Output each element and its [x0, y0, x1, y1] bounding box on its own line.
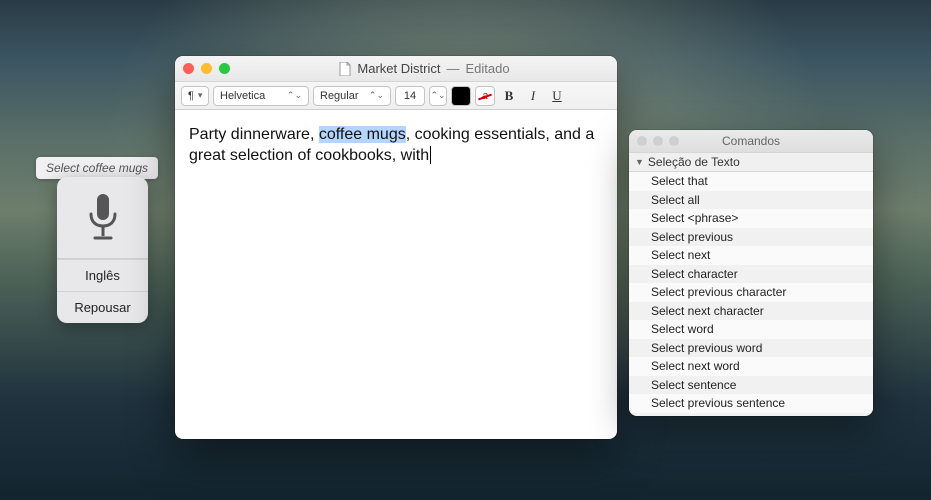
traffic-lights: [637, 136, 679, 146]
text-before-selection: Party dinnerware,: [189, 126, 319, 143]
bold-button[interactable]: B: [499, 86, 519, 106]
traffic-lights: [183, 63, 230, 74]
commands-section-label: Seleção de Texto: [648, 155, 740, 169]
minimize-button[interactable]: [201, 63, 212, 74]
command-item[interactable]: Select previous: [629, 228, 873, 247]
command-item[interactable]: Select next: [629, 246, 873, 265]
command-item[interactable]: Select sentence: [629, 376, 873, 395]
font-style-value: Regular: [320, 90, 359, 102]
close-button[interactable]: [637, 136, 647, 146]
paragraph-style-menu[interactable]: ¶▾: [181, 86, 209, 106]
font-family-select[interactable]: Helvetica ⌃⌄: [213, 86, 309, 106]
voice-rest-button[interactable]: Repousar: [57, 291, 148, 323]
voice-feedback-bubble: Select coffee mugs: [36, 157, 158, 179]
title-separator: —: [446, 61, 459, 76]
zoom-button[interactable]: [669, 136, 679, 146]
zoom-button[interactable]: [219, 63, 230, 74]
underline-button[interactable]: U: [547, 86, 567, 106]
minimize-button[interactable]: [653, 136, 663, 146]
chevron-updown-icon: ⌃⌄: [369, 90, 384, 101]
commands-titlebar[interactable]: Comandos: [629, 130, 873, 152]
window-title: Market District — Editado: [240, 61, 609, 76]
document-name: Market District: [357, 61, 440, 76]
italic-button[interactable]: I: [523, 86, 543, 106]
document-icon: [339, 62, 351, 76]
text-caret: [430, 146, 431, 164]
font-size-field[interactable]: 14: [395, 86, 425, 106]
command-item[interactable]: Select that: [629, 172, 873, 191]
voice-language-button[interactable]: Inglês: [57, 259, 148, 291]
formatting-toolbar: ¶▾ Helvetica⌃⌄ Regular⌃⌄ 14 ⌃⌄ a B I U: [175, 82, 617, 110]
command-item[interactable]: Select next sentence: [629, 413, 873, 417]
voice-control-widget: Inglês Repousar: [57, 177, 148, 323]
noformat-letter: a: [482, 90, 488, 102]
chevron-updown-icon: ⌃⌄: [287, 90, 302, 101]
commands-title: Comandos: [722, 134, 780, 148]
commands-window: Comandos ▼ Seleção de Texto Select that …: [629, 130, 873, 416]
close-button[interactable]: [183, 63, 194, 74]
font-family-value: Helvetica: [220, 90, 265, 102]
command-item[interactable]: Select previous sentence: [629, 394, 873, 413]
command-item[interactable]: Select previous character: [629, 283, 873, 302]
command-item[interactable]: Select previous word: [629, 339, 873, 358]
disclosure-triangle-icon: ▼: [635, 157, 644, 167]
command-item[interactable]: Select next character: [629, 302, 873, 321]
font-style-select[interactable]: Regular ⌃⌄: [313, 86, 391, 106]
command-item[interactable]: Select next word: [629, 357, 873, 376]
commands-list[interactable]: Select that Select all Select <phrase> S…: [629, 172, 873, 416]
chevron-down-icon: ▾: [198, 90, 203, 101]
selected-text: coffee mugs: [319, 126, 406, 143]
editor-text-area[interactable]: Party dinnerware, coffee mugs, cooking e…: [175, 110, 617, 439]
document-status: Editado: [465, 61, 509, 76]
text-editor-window: Market District — Editado ¶▾ Helvetica⌃⌄…: [175, 56, 617, 439]
command-item[interactable]: Select all: [629, 191, 873, 210]
command-item[interactable]: Select <phrase>: [629, 209, 873, 228]
chevron-updown-icon: ⌃⌄: [430, 90, 445, 101]
text-color-swatch[interactable]: [451, 86, 471, 106]
command-item[interactable]: Select word: [629, 320, 873, 339]
paragraph-icon: ¶: [188, 90, 194, 102]
microphone-icon: [57, 177, 148, 259]
command-item[interactable]: Select character: [629, 265, 873, 284]
clear-formatting-button[interactable]: a: [475, 86, 495, 106]
desktop: Select coffee mugs Inglês Repousar Marke…: [0, 0, 931, 500]
window-titlebar[interactable]: Market District — Editado: [175, 56, 617, 82]
commands-section-header[interactable]: ▼ Seleção de Texto: [629, 152, 873, 172]
font-size-stepper[interactable]: ⌃⌄: [429, 86, 447, 106]
